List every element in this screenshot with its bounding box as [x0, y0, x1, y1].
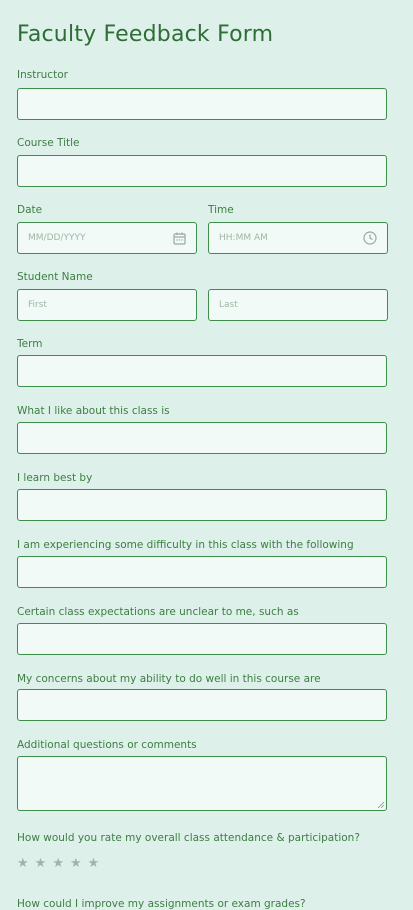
course-title-label: Course Title	[17, 137, 80, 149]
star-icon[interactable]: ★	[88, 857, 100, 870]
learn-input[interactable]	[17, 489, 387, 521]
star-icon[interactable]: ★	[35, 857, 47, 870]
first-name-placeholder: First	[28, 300, 47, 310]
like-label: What I like about this class is	[17, 405, 170, 417]
date-input[interactable]: MM/DD/YYYY	[17, 222, 197, 254]
calendar-icon[interactable]	[172, 231, 186, 245]
rating-stars[interactable]: ★ ★ ★ ★ ★	[17, 857, 99, 870]
improve-label: How could I improve my assignments or ex…	[17, 898, 306, 910]
form-title: Faculty Feedback Form	[17, 22, 274, 47]
expectations-label: Certain class expectations are unclear t…	[17, 606, 299, 618]
last-name-input[interactable]: Last	[208, 289, 388, 321]
star-icon[interactable]: ★	[17, 857, 29, 870]
difficulty-label: I am experiencing some difficulty in thi…	[17, 539, 354, 551]
last-name-placeholder: Last	[219, 300, 238, 310]
rating-label: How would you rate my overall class atte…	[17, 832, 360, 844]
date-placeholder: MM/DD/YYYY	[28, 233, 86, 243]
expectations-input[interactable]	[17, 623, 387, 655]
term-label: Term	[17, 338, 43, 350]
difficulty-input[interactable]	[17, 556, 387, 588]
comments-label: Additional questions or comments	[17, 739, 197, 751]
resize-grip-icon[interactable]	[378, 802, 384, 808]
date-label: Date	[17, 204, 43, 216]
like-input[interactable]	[17, 422, 387, 454]
instructor-label: Instructor	[17, 69, 68, 81]
learn-label: I learn best by	[17, 472, 93, 484]
comments-textarea[interactable]	[17, 756, 387, 811]
time-input[interactable]: HH:MM AM	[208, 222, 388, 254]
concerns-input[interactable]	[17, 689, 387, 721]
star-icon[interactable]: ★	[70, 857, 82, 870]
instructor-input[interactable]	[17, 88, 387, 120]
student-name-label: Student Name	[17, 271, 93, 283]
course-title-input[interactable]	[17, 155, 387, 187]
clock-icon[interactable]	[363, 231, 377, 245]
time-placeholder: HH:MM AM	[219, 233, 268, 243]
term-input[interactable]	[17, 355, 387, 387]
time-label: Time	[208, 204, 234, 216]
star-icon[interactable]: ★	[52, 857, 64, 870]
concerns-label: My concerns about my ability to do well …	[17, 673, 321, 685]
first-name-input[interactable]: First	[17, 289, 197, 321]
